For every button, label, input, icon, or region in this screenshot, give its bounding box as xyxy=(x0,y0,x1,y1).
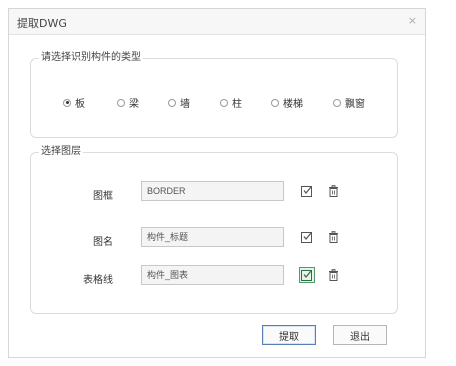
radio-column-label: 柱 xyxy=(232,99,242,110)
frame-delete-button[interactable] xyxy=(325,183,341,199)
trash-icon xyxy=(328,185,338,197)
radio-bay-window-dot[interactable] xyxy=(333,98,341,107)
trash-icon xyxy=(328,231,338,243)
radio-wall-label: 墙 xyxy=(180,99,190,110)
exit-button[interactable]: 退出 xyxy=(333,325,387,345)
title-pick-button[interactable] xyxy=(299,229,315,245)
trash-icon xyxy=(328,269,338,281)
table-line-delete-button[interactable] xyxy=(325,267,341,283)
component-type-group: 请选择识别构件的类型 板 梁 墙 柱 楼梯 飘窗 xyxy=(30,52,398,138)
radio-column[interactable]: 柱 xyxy=(220,95,242,110)
title-delete-button[interactable] xyxy=(325,229,341,245)
extract-button[interactable]: 提取 xyxy=(262,325,316,345)
frame-layer-label: 图框 xyxy=(93,191,113,202)
radio-beam[interactable]: 梁 xyxy=(117,95,139,110)
select-from-drawing-icon xyxy=(301,232,312,243)
select-from-drawing-icon xyxy=(301,186,312,197)
radio-beam-label: 梁 xyxy=(129,99,139,110)
radio-wall[interactable]: 墙 xyxy=(168,95,190,110)
table-line-layer-label: 表格线 xyxy=(83,275,113,286)
select-from-drawing-icon xyxy=(301,270,312,281)
radio-bay-window[interactable]: 飘窗 xyxy=(333,95,365,110)
layer-select-group: 选择图层 图框 BORDER 图名 构件_标题 表格线 构件_图表 xyxy=(30,146,398,314)
radio-stair-label: 楼梯 xyxy=(283,99,303,110)
radio-beam-dot[interactable] xyxy=(117,98,125,107)
frame-layer-field[interactable]: BORDER xyxy=(141,181,284,201)
radio-wall-dot[interactable] xyxy=(168,98,176,107)
radio-stair-dot[interactable] xyxy=(271,98,279,107)
title-layer-field[interactable]: 构件_标题 xyxy=(141,227,284,247)
title-bar: 提取DWG × xyxy=(9,9,425,35)
radio-stair[interactable]: 楼梯 xyxy=(271,95,303,110)
title-layer-label: 图名 xyxy=(93,237,113,248)
dialog-title: 提取DWG xyxy=(17,17,67,30)
close-icon[interactable]: × xyxy=(408,14,417,27)
layer-select-legend: 选择图层 xyxy=(39,146,83,158)
radio-column-dot[interactable] xyxy=(220,98,228,107)
radio-bay-window-label: 飘窗 xyxy=(345,99,365,110)
component-type-legend: 请选择识别构件的类型 xyxy=(39,52,143,64)
table-line-layer-field[interactable]: 构件_图表 xyxy=(141,265,284,285)
radio-slab-label: 板 xyxy=(75,99,85,110)
radio-slab[interactable]: 板 xyxy=(63,95,85,110)
radio-slab-dot[interactable] xyxy=(63,98,71,107)
frame-pick-button[interactable] xyxy=(299,183,315,199)
table-line-pick-button[interactable] xyxy=(299,267,315,283)
